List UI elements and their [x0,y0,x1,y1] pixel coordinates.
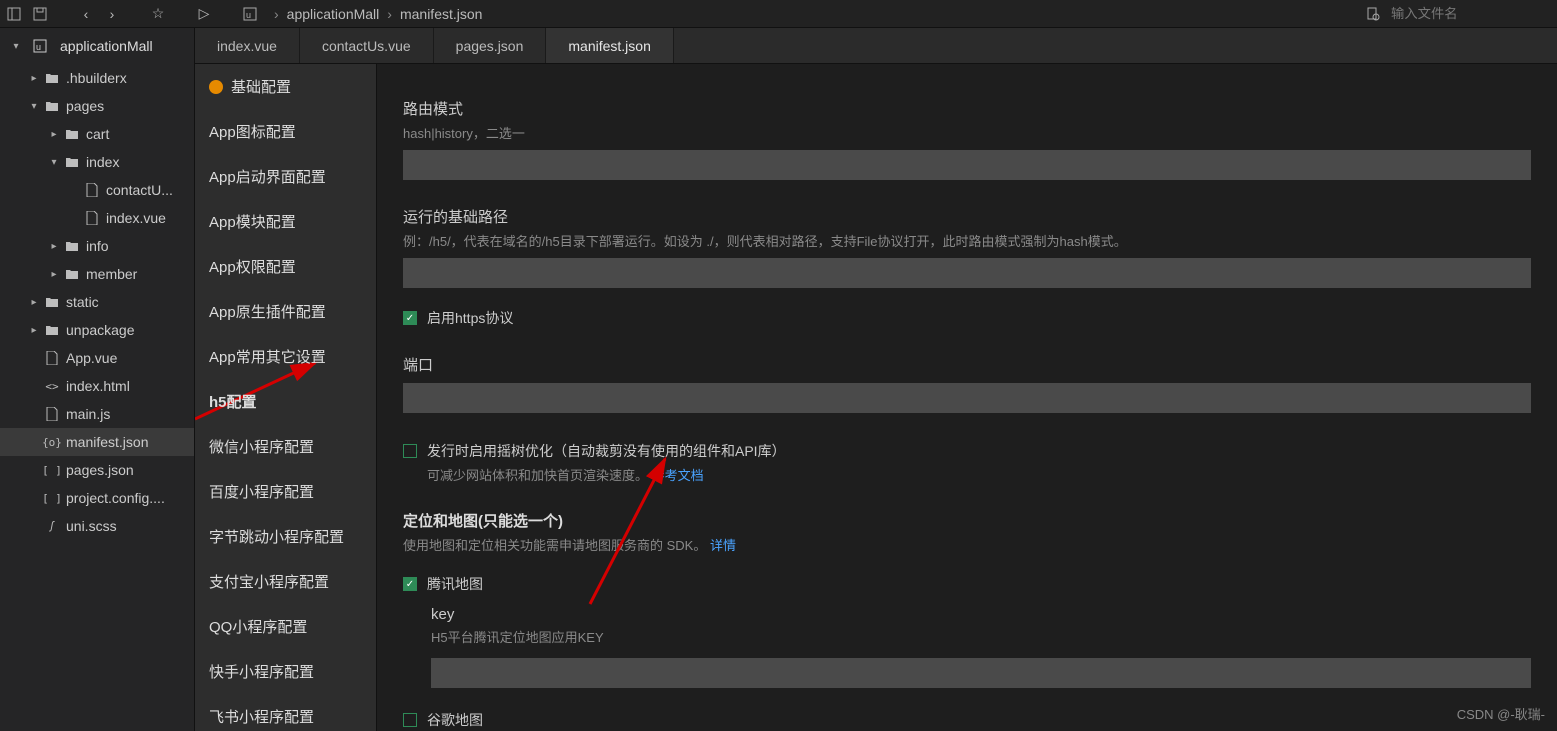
star-icon[interactable]: ☆ [150,6,166,22]
tencent-key-label: key [431,606,1531,623]
config-nav-item[interactable]: 基础配置 [195,64,376,109]
config-nav: 基础配置App图标配置App启动界面配置App模块配置App权限配置App原生插… [195,64,377,731]
tabs-bar: index.vuecontactUs.vuepages.jsonmanifest… [195,28,1557,64]
tree-shake-desc: 可减少网站体积和加快首页渲染速度。 [427,468,648,483]
tree-item[interactable]: {o}manifest.json [0,428,194,456]
tree-root[interactable]: ▾ u applicationMall [0,28,194,64]
tree-item[interactable]: index.vue [0,204,194,232]
tree-item[interactable]: ʃuni.scss [0,512,194,540]
config-nav-item[interactable]: 百度小程序配置 [195,469,376,514]
tree-item[interactable]: App.vue [0,344,194,372]
map-section-desc: 使用地图和定位相关功能需申请地图服务商的 SDK。 [403,538,706,553]
back-icon[interactable]: ‹ [78,6,94,22]
uni-icon: u [242,6,258,22]
tab[interactable]: manifest.json [546,28,673,63]
config-nav-item[interactable]: App启动界面配置 [195,154,376,199]
tree-item[interactable]: ▸member [0,260,194,288]
save-icon[interactable] [32,6,48,22]
breadcrumb-file[interactable]: manifest.json [400,6,482,22]
tree-item[interactable]: ▸cart [0,120,194,148]
config-nav-item[interactable]: App模块配置 [195,199,376,244]
config-nav-item[interactable]: App原生插件配置 [195,289,376,334]
config-nav-item[interactable]: QQ小程序配置 [195,604,376,649]
config-nav-item[interactable]: App常用其它设置 [195,334,376,379]
breadcrumb: › applicationMall › manifest.json [274,6,482,22]
base-path-label: 运行的基础路径 [403,206,1531,227]
tree-shake-checkbox[interactable] [403,444,417,458]
svg-text:u: u [246,10,251,20]
forward-icon[interactable]: › [104,6,120,22]
tree-item[interactable]: contactU... [0,176,194,204]
config-nav-item[interactable]: 快手小程序配置 [195,649,376,694]
tab[interactable]: contactUs.vue [300,28,434,63]
tree-item[interactable]: [ ]project.config.... [0,484,194,512]
tree-item[interactable]: <>index.html [0,372,194,400]
tree-item[interactable]: ▾index [0,148,194,176]
search-file-icon[interactable] [1365,6,1381,22]
tree-root-label: applicationMall [60,38,153,54]
tree-item[interactable]: ▸.hbuilderx [0,64,194,92]
tab[interactable]: index.vue [195,28,300,63]
tree-item[interactable]: ▸static [0,288,194,316]
tencent-map-label: 腾讯地图 [427,574,483,594]
https-label: 启用https协议 [427,308,513,328]
tree-shake-label: 发行时启用摇树优化（自动裁剪没有使用的组件和API库） [427,441,786,461]
watermark: CSDN @-耿瑞- [1457,704,1545,723]
google-map-label: 谷歌地图 [427,710,483,730]
config-nav-item[interactable]: 支付宝小程序配置 [195,559,376,604]
breadcrumb-project[interactable]: applicationMall [287,6,380,22]
search-input[interactable] [1391,6,1551,21]
svg-text:u: u [36,42,41,52]
base-path-input[interactable] [403,258,1531,288]
tencent-key-desc: H5平台腾讯定位地图应用KEY [431,627,1531,646]
config-nav-item[interactable]: 微信小程序配置 [195,424,376,469]
map-section-link[interactable]: 详情 [710,538,736,553]
tab[interactable]: pages.json [434,28,547,63]
manifest-form: 路由模式 hash|history，二选一 运行的基础路径 例：/h5/，代表在… [377,64,1557,731]
tencent-map-checkbox[interactable]: ✓ [403,577,417,591]
https-checkbox[interactable]: ✓ [403,311,417,325]
file-tree: ▾ u applicationMall ▸.hbuilderx▾pages▸ca… [0,28,195,731]
config-nav-item[interactable]: 字节跳动小程序配置 [195,514,376,559]
tencent-key-input[interactable] [431,658,1531,688]
router-mode-desc: hash|history，二选一 [403,123,1531,142]
tree-shake-link[interactable]: 参考文档 [652,468,704,483]
port-label: 端口 [403,354,1531,375]
base-path-desc: 例：/h5/，代表在域名的/h5目录下部署运行。如设为 ./，则代表相对路径，支… [403,231,1531,250]
tree-item[interactable]: ▸unpackage [0,316,194,344]
tree-item[interactable]: main.js [0,400,194,428]
map-section-title: 定位和地图(只能选一个) [403,510,1531,531]
config-nav-item[interactable]: App权限配置 [195,244,376,289]
router-mode-input[interactable] [403,150,1531,180]
toolbar: ‹ › ☆ ▷ u › applicationMall › manifest.j… [0,0,1557,28]
run-icon[interactable]: ▷ [196,6,212,22]
tree-item[interactable]: [ ]pages.json [0,456,194,484]
config-nav-item[interactable]: App图标配置 [195,109,376,154]
router-mode-label: 路由模式 [403,98,1531,119]
port-input[interactable] [403,383,1531,413]
tree-item[interactable]: ▾pages [0,92,194,120]
tree-item[interactable]: ▸info [0,232,194,260]
panel-icon[interactable] [6,6,22,22]
config-nav-item[interactable]: h5配置 [195,379,376,424]
google-map-checkbox[interactable] [403,713,417,727]
config-nav-item[interactable]: 飞书小程序配置 [195,694,376,731]
